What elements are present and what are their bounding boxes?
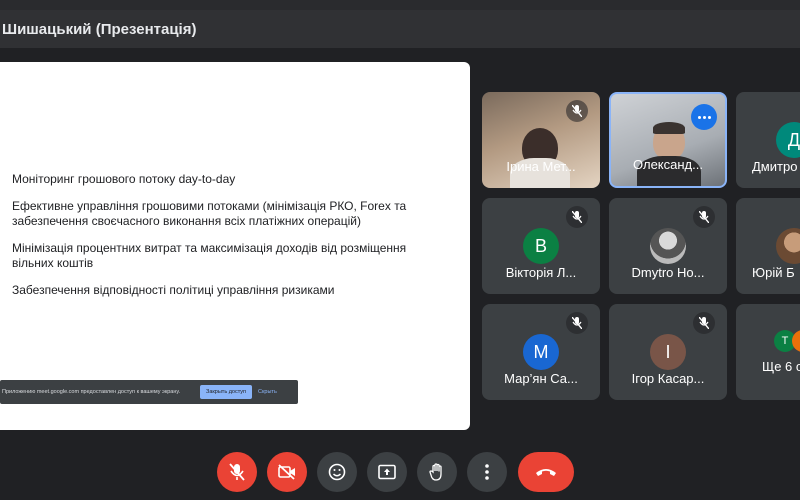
participant-photo <box>776 228 800 264</box>
participant-tile[interactable]: Dmytro Ho... <box>609 198 727 294</box>
participant-name: Ігор Касар... <box>631 371 705 386</box>
participant-video-hair <box>653 122 685 134</box>
mic-off-icon <box>229 463 245 481</box>
shared-screen: Моніторинг грошового потоку day-to-day Е… <box>0 62 470 430</box>
call-controls <box>0 452 800 492</box>
raise-hand-icon <box>429 463 442 481</box>
participant-name: Dmytro Ho... <box>631 265 705 280</box>
emoji-icon <box>328 463 346 481</box>
participant-tile[interactable]: Д Дмитро <box>736 92 800 188</box>
participant-avatar: Д <box>776 122 800 158</box>
slide-bullet: Забезпечення відповідності політиці упра… <box>12 283 335 297</box>
participant-name: Юрій Б <box>752 265 795 280</box>
participant-name: Олександ... <box>633 157 703 172</box>
more-options-button[interactable] <box>467 452 507 492</box>
participant-tile[interactable]: Ірина Мет... <box>482 92 600 188</box>
participant-tile[interactable]: Юрій Б <box>736 198 800 294</box>
present-now-button[interactable] <box>367 452 407 492</box>
participant-tile[interactable]: Олександ... <box>609 92 727 188</box>
participant-tile[interactable]: В Вікторія Л... <box>482 198 600 294</box>
more-participants-tile[interactable]: Т Ще 6 о <box>736 304 800 400</box>
mic-off-icon <box>566 312 588 334</box>
slide-bullet: Мінімізація процентних витрат та максимі… <box>12 241 407 270</box>
mic-off-icon <box>566 206 588 228</box>
participant-photo <box>650 228 686 264</box>
mic-toggle-button[interactable] <box>217 452 257 492</box>
participant-name: Ірина Мет... <box>506 159 576 174</box>
mic-off-icon <box>566 100 588 122</box>
slide-bullets: Моніторинг грошового потоку day-to-day Е… <box>12 172 432 310</box>
camera-toggle-button[interactable] <box>267 452 307 492</box>
participant-avatar: І <box>650 334 686 370</box>
slide-bullet: Моніторинг грошового потоку day-to-day <box>12 172 236 186</box>
participant-name: Вікторія Л... <box>505 265 577 280</box>
mic-off-icon <box>693 312 715 334</box>
leave-call-button[interactable] <box>518 452 574 492</box>
more-options-button[interactable] <box>691 104 717 130</box>
slide-bullet: Ефективне управління грошовими потоками … <box>12 199 407 228</box>
participant-tile[interactable]: М Мар’ян Са... <box>482 304 600 400</box>
more-participants-label: Ще 6 о <box>762 359 800 374</box>
participant-tile[interactable]: І Ігор Касар... <box>609 304 727 400</box>
presentation-header: Шишацький (Презентація) <box>0 10 800 48</box>
participant-name: Мар’ян Са... <box>504 371 578 386</box>
present-icon <box>378 464 396 480</box>
participant-avatar: В <box>523 228 559 264</box>
presentation-title: Шишацький (Презентація) <box>2 20 197 38</box>
stop-sharing-button[interactable]: Закрыть доступ <box>200 385 253 399</box>
raise-hand-button[interactable] <box>417 452 457 492</box>
share-notice-text: Приложению meet.google.com предоставлен … <box>2 389 181 395</box>
participant-name: Дмитро <box>752 159 798 174</box>
reactions-button[interactable] <box>317 452 357 492</box>
hangup-icon <box>536 469 556 476</box>
top-strip <box>0 0 800 10</box>
screen-share-notice: Приложению meet.google.com предоставлен … <box>0 380 298 404</box>
hide-notice-link[interactable]: Скрыть <box>258 389 277 395</box>
more-vert-icon <box>485 464 489 480</box>
participant-avatar: М <box>523 334 559 370</box>
mic-off-icon <box>693 206 715 228</box>
camera-off-icon <box>278 464 295 480</box>
